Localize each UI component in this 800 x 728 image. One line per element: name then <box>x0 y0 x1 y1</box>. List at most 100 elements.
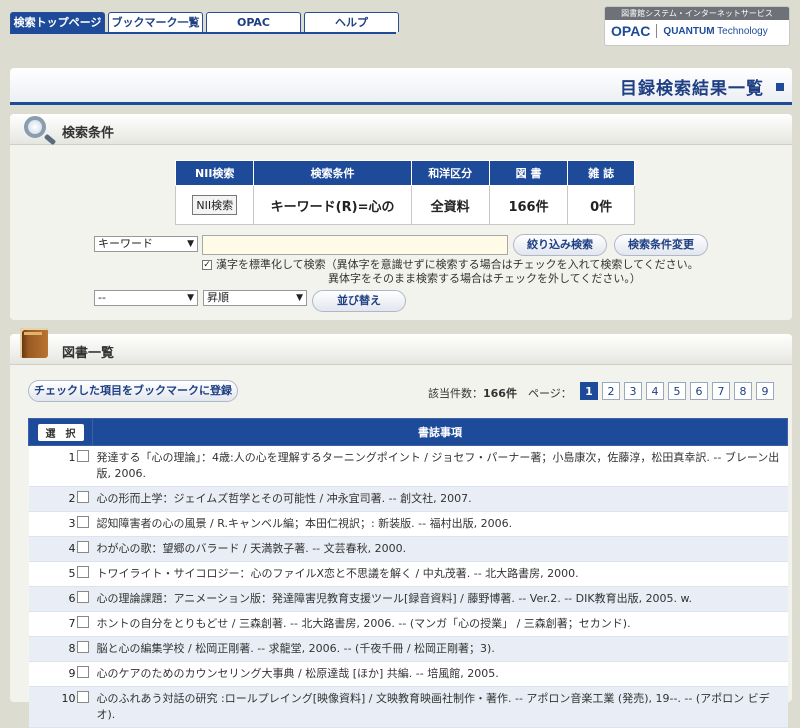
magnifier-icon <box>24 116 46 138</box>
row-checkbox[interactable] <box>76 491 89 503</box>
select-column-label: 選 択 <box>37 423 84 441</box>
table-row: 10 心のふれあう対話の研究 :ロールプレイング[映像資料] / 文映教育映画社制… <box>28 686 788 728</box>
book-list-header: 図書一覧 <box>10 328 792 365</box>
row-number: 3 <box>68 517 76 530</box>
summary-condition-value: キーワード(R)=心の <box>253 185 412 225</box>
summary-header-language: 和洋区分 <box>410 160 490 186</box>
brand-mark: OPAC QUANTUM Technology <box>605 20 789 42</box>
row-checkbox[interactable] <box>76 691 89 703</box>
nav-tab-opac[interactable]: OPAC <box>206 12 301 32</box>
nav-tab-bookmarks[interactable]: ブックマーク一覧 <box>108 12 203 32</box>
row-bibliography[interactable]: トワイライト・サイコロジー：心のファイルX恋と不思議を解く / 中丸茂著. --… <box>92 561 788 587</box>
row-bibliography[interactable]: 心の理論課題：アニメーション版：発達障害児教育支援ツール[録音資料] / 藤野博… <box>92 586 788 612</box>
page-link-2[interactable]: 2 <box>602 382 620 400</box>
summary-header-nii: NII検索 <box>174 160 255 186</box>
row-checkbox[interactable] <box>76 666 89 678</box>
row-checkbox[interactable] <box>76 541 89 553</box>
row-bibliography[interactable]: 認知障害者の心の風景 / R.キャンベル編；本田仁視訳；: 新装版. -- 福村… <box>92 511 788 537</box>
row-bibliography[interactable]: わが心の歌：望郷のバラード / 天満敦子著. -- 文芸春秋, 2000. <box>92 536 788 562</box>
table-row: 8 脳と心の編集学校 / 松岡正剛著. -- 求龍堂, 2006. -- (千夜千… <box>28 636 788 662</box>
nav-tab-search-top[interactable]: 検索トップページ <box>10 12 105 32</box>
book-list-title: 図書一覧 <box>62 346 115 361</box>
row-select-cell: 3 <box>28 511 93 537</box>
row-bibliography[interactable]: 発達する「心の理論」：4歳:人の心を理解するターニングポイント / ジョセフ・パ… <box>92 445 788 487</box>
title-bar: 目録検索結果一覧 <box>10 68 792 105</box>
page-title: 目録検索結果一覧 <box>620 79 764 99</box>
chevron-down-icon: ▼ <box>296 293 303 303</box>
page-link-6[interactable]: 6 <box>690 382 708 400</box>
row-bibliography[interactable]: 心の形而上学：ジェイムズ哲学とその可能性 / 冲永宜司著. -- 創文社, 20… <box>92 486 788 512</box>
table-row: 1 発達する「心の理論」：4歳:人の心を理解するターニングポイント / ジョセフ・… <box>28 445 788 487</box>
column-bibliography: 書誌事項 <box>92 418 788 446</box>
summary-nii-cell: NII検索 <box>174 185 255 225</box>
kanji-normalize-checkbox[interactable]: ✓ <box>202 260 212 270</box>
row-number: 2 <box>68 492 76 505</box>
row-number: 4 <box>68 542 76 555</box>
nii-search-button[interactable]: NII検索 <box>192 195 238 215</box>
row-checkbox[interactable] <box>76 450 89 462</box>
row-select-cell: 5 <box>28 561 93 587</box>
search-conditions-title: 検索条件 <box>62 126 115 141</box>
row-select-cell: 6 <box>28 586 93 612</box>
row-select-cell: 8 <box>28 636 93 662</box>
row-checkbox[interactable] <box>76 641 89 653</box>
search-conditions-panel: 検索条件 NII検索 検索条件 和洋区分 図 書 雑 誌 NII検索 キーワード… <box>10 114 792 320</box>
brand-quantum: QUANTUM Technology <box>663 25 768 37</box>
page-label: ページ： <box>528 387 572 400</box>
row-number: 1 <box>68 451 76 464</box>
row-select-cell: 10 <box>28 686 93 728</box>
row-bibliography[interactable]: 心のふれあう対話の研究 :ロールプレイング[映像資料] / 文映教育映画社制作・… <box>92 686 788 728</box>
row-select-cell: 4 <box>28 536 93 562</box>
title-square-icon <box>776 83 784 91</box>
sort-order-select[interactable]: 昇順 ▼ <box>203 290 307 306</box>
page-link-4[interactable]: 4 <box>646 382 664 400</box>
table-row: 4 わが心の歌：望郷のバラード / 天満敦子著. -- 文芸春秋, 2000. <box>28 536 788 562</box>
summary-header-condition: 検索条件 <box>253 160 412 186</box>
row-number: 5 <box>68 567 76 580</box>
field-select[interactable]: キーワード ▼ <box>94 236 198 252</box>
row-number: 9 <box>68 667 76 680</box>
nav-tabs: 検索トップページ ブックマーク一覧 OPAC ヘルプ <box>10 12 402 32</box>
sort-button[interactable]: 並び替え <box>312 290 406 312</box>
row-checkbox[interactable] <box>76 566 89 578</box>
chevron-down-icon: ▼ <box>187 239 194 249</box>
keyword-input[interactable] <box>202 235 508 255</box>
row-number: 10 <box>61 692 76 705</box>
row-number: 6 <box>68 592 76 605</box>
change-conditions-button[interactable]: 検索条件変更 <box>614 234 708 256</box>
row-select-cell: 9 <box>28 661 93 687</box>
page-link-7[interactable]: 7 <box>712 382 730 400</box>
row-bibliography[interactable]: 脳と心の編集学校 / 松岡正剛著. -- 求龍堂, 2006. -- (千夜千冊… <box>92 636 788 662</box>
kanji-normalize-label: 漢字を標準化して検索（異体字を意識せずに検索する場合はチェックを入れて検索してく… <box>216 258 699 271</box>
column-select: 選 択 <box>28 418 93 446</box>
sort-field-select[interactable]: -- ▼ <box>94 290 198 306</box>
row-bibliography[interactable]: ホントの自分をとりもどせ / 三森創著. -- 北大路書房, 2006. -- … <box>92 611 788 637</box>
brand-opac: OPAC <box>611 23 651 39</box>
row-select-cell: 1 <box>28 445 93 487</box>
row-checkbox[interactable] <box>76 616 89 628</box>
nav-tab-help[interactable]: ヘルプ <box>304 12 399 32</box>
row-bibliography[interactable]: 心のケアのためのカウンセリング大事典 / 松原達哉 [ほか] 共編. -- 培風… <box>92 661 788 687</box>
summary-journals-value: 0件 <box>567 185 635 225</box>
nav-underline <box>10 32 396 34</box>
page-link-5[interactable]: 5 <box>668 382 686 400</box>
table-row: 2 心の形而上学：ジェイムズ哲学とその可能性 / 冲永宜司著. -- 創文社, 2… <box>28 486 788 512</box>
row-checkbox[interactable] <box>76 591 89 603</box>
row-select-cell: 7 <box>28 611 93 637</box>
row-checkbox[interactable] <box>76 516 89 528</box>
hits-count: 該当件数：166件 <box>428 387 517 400</box>
page-link-3[interactable]: 3 <box>624 382 642 400</box>
search-conditions-header: 検索条件 <box>10 114 792 145</box>
row-number: 7 <box>68 617 76 630</box>
results-table: 選 択 書誌事項 1 発達する「心の理論」：4歳:人の心を理解するターニングポイン… <box>28 418 788 728</box>
bookmark-checked-button[interactable]: チェックした項目をブックマークに登録 <box>28 380 238 402</box>
page-link-1[interactable]: 1 <box>580 382 598 400</box>
summary-header-books: 図 書 <box>488 160 569 186</box>
book-list-panel: 図書一覧 チェックした項目をブックマークに登録 該当件数：166件 ページ： 1… <box>10 328 792 728</box>
row-number: 8 <box>68 642 76 655</box>
page-link-9[interactable]: 9 <box>756 382 774 400</box>
page-link-8[interactable]: 8 <box>734 382 752 400</box>
table-row: 6 心の理論課題：アニメーション版：発達障害児教育支援ツール[録音資料] / 藤野… <box>28 586 788 612</box>
refine-search-button[interactable]: 絞り込み検索 <box>513 234 607 256</box>
table-row: 7 ホントの自分をとりもどせ / 三森創著. -- 北大路書房, 2006. --… <box>28 611 788 637</box>
